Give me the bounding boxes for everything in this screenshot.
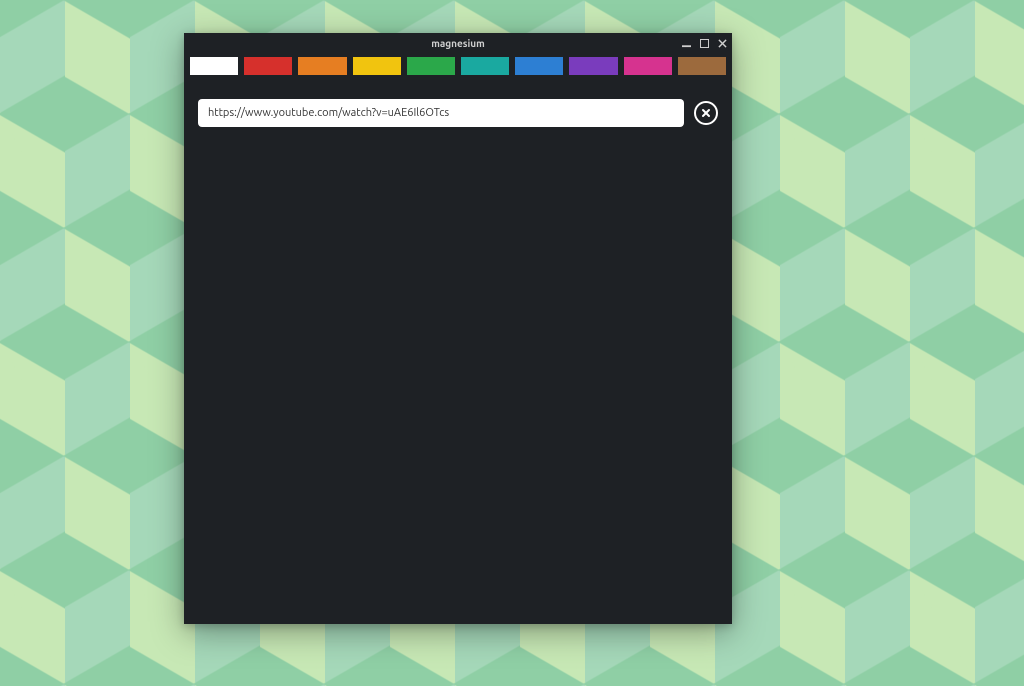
color-tab-orange[interactable] — [298, 57, 346, 75]
close-button[interactable] — [716, 37, 728, 49]
color-tab-red[interactable] — [244, 57, 292, 75]
url-row — [198, 99, 718, 127]
color-tab-teal[interactable] — [461, 57, 509, 75]
maximize-button[interactable] — [698, 37, 710, 49]
color-tab-yellow[interactable] — [353, 57, 401, 75]
color-tab-green[interactable] — [407, 57, 455, 75]
window-title: magnesium — [431, 38, 485, 49]
clear-url-button[interactable] — [694, 101, 718, 125]
title-bar[interactable]: magnesium — [184, 33, 732, 53]
app-window: magnesium — [184, 33, 732, 624]
color-tab-magenta[interactable] — [624, 57, 672, 75]
color-tab-brown[interactable] — [678, 57, 726, 75]
minimize-button[interactable] — [680, 37, 692, 49]
content-area — [184, 81, 732, 624]
window-controls — [680, 37, 728, 49]
close-icon — [701, 108, 711, 118]
color-tab-blue[interactable] — [515, 57, 563, 75]
color-tab-purple[interactable] — [569, 57, 617, 75]
url-input[interactable] — [198, 99, 684, 127]
color-tab-white[interactable] — [190, 57, 238, 75]
color-tab-bar — [184, 53, 732, 81]
